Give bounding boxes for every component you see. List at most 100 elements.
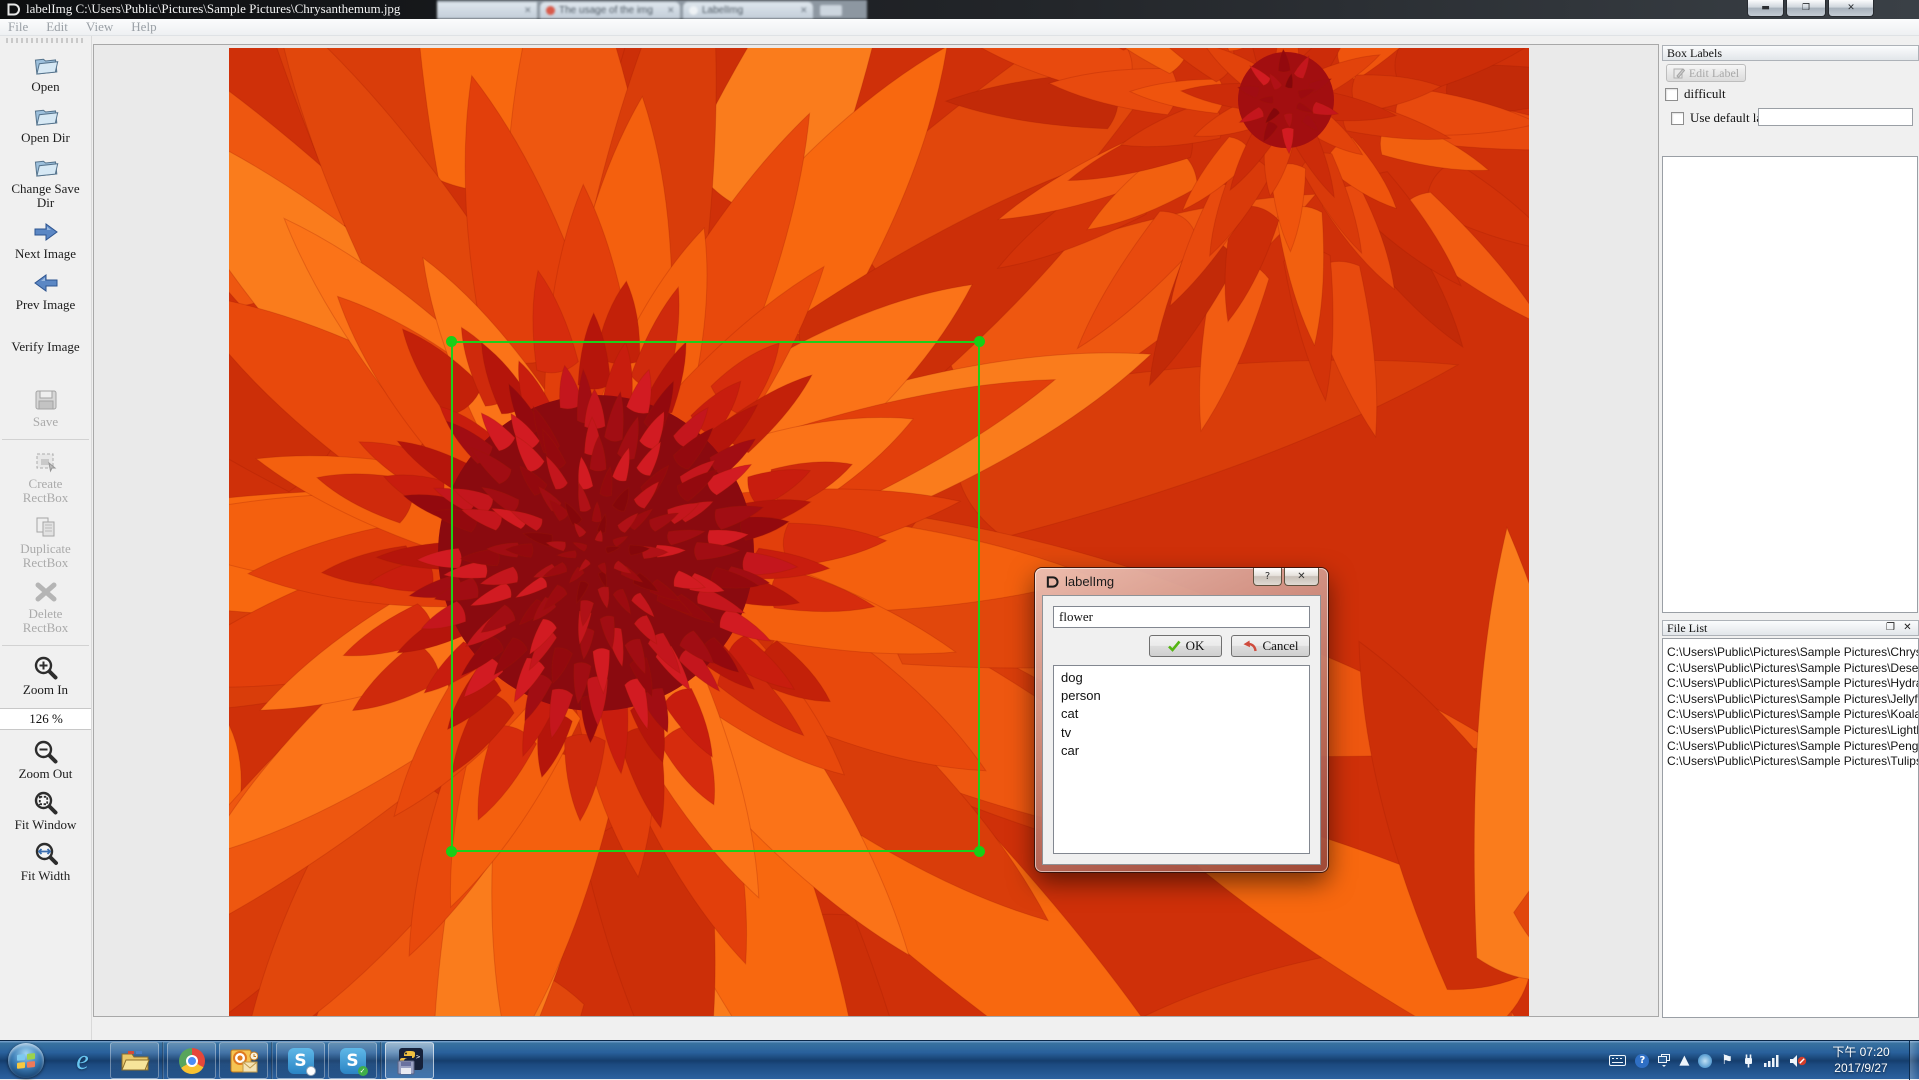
taskbar-skype-2[interactable]: S ✓ [328, 1042, 377, 1079]
restore-button[interactable]: ❐ [1786, 0, 1826, 17]
zoom-level-input[interactable]: 126 % [0, 708, 92, 730]
browser-tab-partial[interactable]: ✕ [437, 2, 537, 19]
dialog-help-button[interactable]: ? [1253, 568, 1282, 586]
show-hidden-icons-arrow[interactable]: ▲ [1679, 1053, 1689, 1068]
taskbar-outlook[interactable] [219, 1042, 268, 1079]
annotation-bounding-box[interactable] [451, 341, 980, 852]
label-options-list[interactable]: dogpersoncattvcar [1053, 665, 1310, 854]
close-button[interactable]: ✕ [1828, 0, 1874, 17]
difficult-checkbox-row[interactable]: difficult [1665, 86, 1726, 102]
menu-file[interactable]: File [8, 19, 28, 35]
bbox-handle-bottom-left[interactable] [446, 846, 457, 857]
tab-close-icon[interactable]: ✕ [800, 7, 807, 14]
floppy-disk-icon [32, 387, 60, 413]
difficult-checkbox[interactable] [1665, 88, 1678, 101]
keyboard-icon[interactable] [1609, 1055, 1626, 1066]
taskbar-labelimg-python[interactable]: > [385, 1042, 434, 1079]
open-button[interactable]: Open [0, 52, 91, 94]
tab-close-icon[interactable]: ✕ [524, 7, 531, 14]
browser-tab-1[interactable]: The usage of the img ✕ [540, 2, 680, 19]
taskbar-file-explorer[interactable] [110, 1042, 159, 1079]
tab-close-icon[interactable]: ✕ [667, 7, 674, 14]
volume-muted-icon[interactable] [1789, 1054, 1807, 1068]
dialog-close-button[interactable]: ✕ [1284, 568, 1319, 586]
open-dir-button[interactable]: Open Dir [0, 103, 91, 145]
bbox-handle-top-right[interactable] [974, 336, 985, 347]
folder-open-icon [32, 154, 60, 180]
duplicate-rectbox-button[interactable]: Duplicate RectBox [0, 514, 91, 570]
file-list-header[interactable]: File List ❐ ✕ [1662, 620, 1919, 636]
bbox-handle-top-left[interactable] [446, 336, 457, 347]
window-switch-icon[interactable] [1658, 1054, 1670, 1067]
fit-width-button[interactable]: Fit Width [0, 841, 91, 883]
taskbar: e S [0, 1040, 1919, 1079]
taskbar-skype-1[interactable]: S [276, 1042, 325, 1079]
taskbar-clock[interactable]: 下午 07:20 2017/9/27 [1815, 1044, 1907, 1076]
zoom-in-button[interactable]: Zoom In [0, 655, 91, 697]
image-canvas[interactable] [93, 44, 1659, 1017]
file-list-item[interactable]: C:\Users\Public\Pictures\Sample Pictures… [1663, 661, 1918, 677]
network-signal-icon[interactable] [1764, 1055, 1780, 1067]
prev-image-button[interactable]: Prev Image [0, 270, 91, 312]
box-labels-header[interactable]: Box Labels [1662, 45, 1919, 61]
change-save-dir-button[interactable]: Change Save Dir [0, 154, 91, 210]
label-option[interactable]: cat [1054, 705, 1309, 723]
file-list-item[interactable]: C:\Users\Public\Pictures\Sample Pictures… [1663, 676, 1918, 692]
use-default-label-checkbox[interactable] [1671, 112, 1684, 125]
menu-help[interactable]: Help [131, 19, 156, 35]
toolbar-separator [2, 645, 89, 646]
label-name-input[interactable]: flower [1053, 606, 1310, 628]
dialog-titlebar[interactable]: labelImg ? ✕ [1035, 568, 1328, 595]
default-label-input[interactable] [1758, 108, 1913, 126]
create-rectbox-button[interactable]: Create RectBox [0, 449, 91, 505]
toolbar-drag-handle[interactable] [6, 38, 85, 43]
help-icon[interactable]: ? [1635, 1054, 1649, 1068]
box-labels-list[interactable] [1662, 156, 1918, 613]
file-list-item[interactable]: C:\Users\Public\Pictures\Sample Pictures… [1663, 692, 1918, 708]
sync-status-icon[interactable] [1698, 1054, 1712, 1068]
power-plug-icon[interactable] [1742, 1054, 1755, 1068]
file-list-item[interactable]: C:\Users\Public\Pictures\Sample Pictures… [1663, 707, 1918, 723]
verify-image-button[interactable]: Verify Image [0, 338, 91, 354]
label-option[interactable]: car [1054, 742, 1309, 760]
browser-tab-2[interactable]: LabelImg ✕ [683, 2, 813, 19]
ok-button[interactable]: OK [1149, 635, 1222, 657]
file-list-item[interactable]: C:\Users\Public\Pictures\Sample Pictures… [1663, 739, 1918, 755]
label-option[interactable]: tv [1054, 724, 1309, 742]
float-panel-icon[interactable]: ❐ [1884, 622, 1897, 634]
label-option[interactable]: dog [1054, 669, 1309, 687]
file-list[interactable]: C:\Users\Public\Pictures\Sample Pictures… [1662, 638, 1919, 1018]
chrysanthemum-image[interactable] [229, 48, 1529, 1017]
action-center-flag-icon[interactable]: ⚑ [1721, 1053, 1733, 1068]
menu-bar: File Edit View Help [0, 19, 1919, 36]
window-title: labelImg C:\Users\Public\Pictures\Sample… [26, 1, 400, 17]
fit-window-icon [32, 790, 60, 816]
file-list-item[interactable]: C:\Users\Public\Pictures\Sample Pictures… [1663, 754, 1918, 770]
delete-rectbox-button[interactable]: Delete RectBox [0, 579, 91, 635]
window-controls: ▬ ❐ ✕ [1745, 0, 1874, 18]
taskbar-chrome[interactable] [167, 1042, 216, 1079]
tab-favicon [689, 6, 698, 15]
new-tab-button[interactable] [820, 5, 842, 16]
menu-edit[interactable]: Edit [46, 19, 68, 35]
file-list-item[interactable]: C:\Users\Public\Pictures\Sample Pictures… [1663, 645, 1918, 661]
cancel-button[interactable]: Cancel [1231, 635, 1310, 657]
file-list-item[interactable]: C:\Users\Public\Pictures\Sample Pictures… [1663, 723, 1918, 739]
show-desktop-button[interactable] [1909, 1041, 1919, 1080]
app-titlebar: labelImg C:\Users\Public\Pictures\Sample… [0, 0, 1919, 19]
label-option[interactable]: person [1054, 687, 1309, 705]
bbox-handle-bottom-right[interactable] [974, 846, 985, 857]
taskbar-internet-explorer[interactable]: e [58, 1042, 107, 1079]
zoom-out-icon [32, 739, 60, 765]
next-image-button[interactable]: Next Image [0, 219, 91, 261]
start-button[interactable] [8, 1043, 44, 1078]
windows-logo-icon [16, 1052, 36, 1070]
fit-window-button[interactable]: Fit Window [0, 790, 91, 832]
save-button[interactable]: Save [0, 387, 91, 429]
menu-view[interactable]: View [86, 19, 113, 35]
edit-label-button[interactable]: Edit Label [1666, 64, 1746, 82]
dialog-body: flower OK Cancel dogpersoncattvcar [1042, 595, 1321, 865]
zoom-out-button[interactable]: Zoom Out [0, 739, 91, 781]
minimize-button[interactable]: ▬ [1747, 0, 1784, 17]
close-panel-icon[interactable]: ✕ [1901, 622, 1914, 634]
